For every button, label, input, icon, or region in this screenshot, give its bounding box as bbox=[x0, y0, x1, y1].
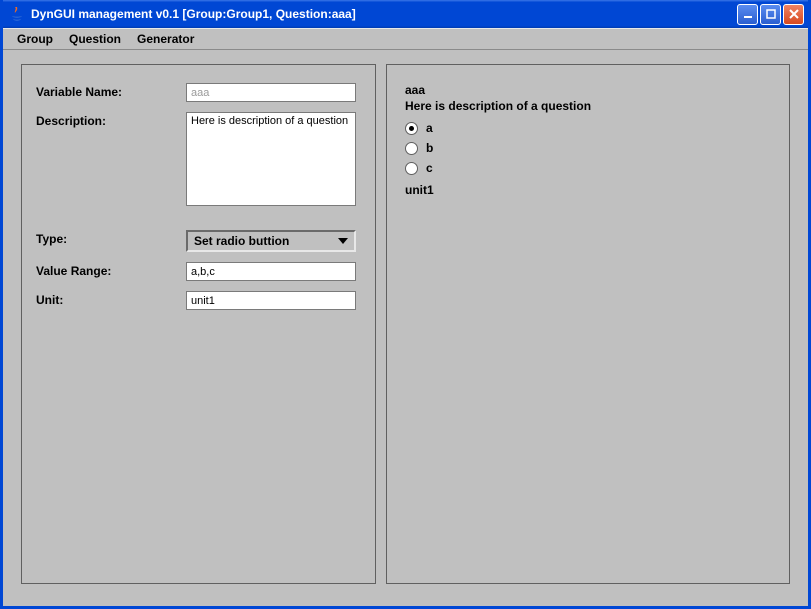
content-area: Variable Name: Description: Type: Set ra… bbox=[3, 50, 808, 606]
description-textarea[interactable] bbox=[186, 112, 356, 206]
radio-label: a bbox=[426, 121, 433, 135]
value-range-input[interactable] bbox=[186, 262, 356, 281]
app-window: DynGUI management v0.1 [Group:Group1, Qu… bbox=[0, 0, 811, 609]
menubar: Group Question Generator bbox=[3, 28, 808, 50]
radio-icon bbox=[405, 122, 418, 135]
variable-name-input[interactable] bbox=[186, 83, 356, 102]
menu-question[interactable]: Question bbox=[61, 30, 129, 48]
maximize-button[interactable] bbox=[760, 4, 781, 25]
menu-group[interactable]: Group bbox=[9, 30, 61, 48]
preview-panel: aaa Here is description of a question a … bbox=[386, 64, 790, 584]
type-selected-value: Set radio buttion bbox=[194, 234, 289, 248]
menu-generator[interactable]: Generator bbox=[129, 30, 202, 48]
radio-icon bbox=[405, 142, 418, 155]
type-row: Type: Set radio buttion bbox=[36, 230, 361, 252]
description-row: Description: bbox=[36, 112, 361, 206]
radio-option-a[interactable]: a bbox=[405, 121, 771, 135]
java-icon bbox=[9, 6, 25, 22]
preview-unit: unit1 bbox=[405, 183, 771, 197]
form-panel: Variable Name: Description: Type: Set ra… bbox=[21, 64, 376, 584]
radio-icon bbox=[405, 162, 418, 175]
value-range-label: Value Range: bbox=[36, 262, 186, 278]
radio-label: c bbox=[426, 161, 433, 175]
chevron-down-icon bbox=[338, 238, 348, 244]
variable-name-label: Variable Name: bbox=[36, 83, 186, 99]
variable-name-row: Variable Name: bbox=[36, 83, 361, 102]
window-title: DynGUI management v0.1 [Group:Group1, Qu… bbox=[31, 7, 737, 21]
minimize-button[interactable] bbox=[737, 4, 758, 25]
unit-label: Unit: bbox=[36, 291, 186, 307]
type-label: Type: bbox=[36, 230, 186, 246]
value-range-row: Value Range: bbox=[36, 262, 361, 281]
preview-description: Here is description of a question bbox=[405, 99, 771, 113]
unit-input[interactable] bbox=[186, 291, 356, 310]
type-combobox[interactable]: Set radio buttion bbox=[186, 230, 356, 252]
preview-title: aaa bbox=[405, 83, 771, 97]
titlebar: DynGUI management v0.1 [Group:Group1, Qu… bbox=[3, 0, 808, 28]
radio-label: b bbox=[426, 141, 433, 155]
description-label: Description: bbox=[36, 112, 186, 128]
close-button[interactable] bbox=[783, 4, 804, 25]
unit-row: Unit: bbox=[36, 291, 361, 310]
window-controls bbox=[737, 4, 804, 25]
radio-option-c[interactable]: c bbox=[405, 161, 771, 175]
radio-option-b[interactable]: b bbox=[405, 141, 771, 155]
